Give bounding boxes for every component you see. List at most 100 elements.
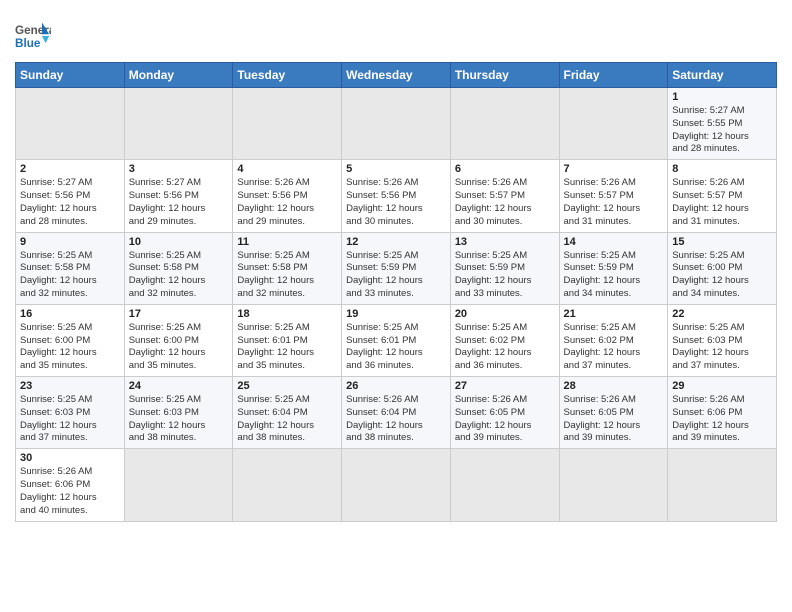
calendar-cell: 24 Sunrise: 5:25 AMSunset: 6:03 PMDayligh… [124,377,233,449]
weekday-header: Tuesday [233,63,342,88]
day-info: Sunrise: 5:25 AMSunset: 6:03 PMDaylight:… [672,322,772,373]
calendar-cell: 21Sunrise: 5:25 AMSunset: 6:02 PMDayligh… [559,304,668,376]
calendar-week: 30 Sunrise: 5:26 AMSunset: 6:06 PMDayligh… [16,449,777,521]
calendar-week: 9 Sunrise: 5:25 AMSunset: 5:58 PMDaylight… [16,232,777,304]
day-number: 4 [237,163,337,175]
page-header: General Blue [15,10,777,54]
calendar-cell [450,88,559,160]
calendar-cell: 16 Sunrise: 5:25 AMSunset: 6:00 PMDayligh… [16,304,125,376]
day-info: Sunrise: 5:25 AMSunset: 6:04 PMDaylight:… [237,394,337,445]
day-info: Sunrise: 5:25 AMSunset: 6:02 PMDaylight:… [455,322,555,373]
day-info: Sunrise: 5:25 AMSunset: 6:01 PMDaylight:… [346,322,446,373]
calendar-cell: 9 Sunrise: 5:25 AMSunset: 5:58 PMDaylight… [16,232,125,304]
calendar-cell: 22 Sunrise: 5:25 AMSunset: 6:03 PMDayligh… [668,304,777,376]
calendar-header: SundayMondayTuesdayWednesdayThursdayFrid… [16,63,777,88]
weekday-header: Monday [124,63,233,88]
calendar-week: 2Sunrise: 5:27 AMSunset: 5:56 PMDaylight… [16,160,777,232]
day-info: Sunrise: 5:25 AMSunset: 6:03 PMDaylight:… [129,394,229,445]
day-number: 11 [237,236,337,248]
day-number: 27 [455,380,555,392]
calendar-cell: 19 Sunrise: 5:25 AMSunset: 6:01 PMDayligh… [342,304,451,376]
day-number: 9 [20,236,120,248]
day-info: Sunrise: 5:27 AMSunset: 5:55 PMDaylight:… [672,105,772,156]
day-info: Sunrise: 5:25 AMSunset: 6:00 PMDaylight:… [20,322,120,373]
day-number: 13 [455,236,555,248]
calendar-cell [233,88,342,160]
calendar-cell: 14Sunrise: 5:25 AMSunset: 5:59 PMDayligh… [559,232,668,304]
logo-icon: General Blue [15,18,51,54]
calendar-cell: 3 Sunrise: 5:27 AMSunset: 5:56 PMDaylight… [124,160,233,232]
day-number: 29 [672,380,772,392]
day-info: Sunrise: 5:26 AMSunset: 5:57 PMDaylight:… [564,177,664,228]
calendar-cell: 6 Sunrise: 5:26 AMSunset: 5:57 PMDaylight… [450,160,559,232]
calendar-cell: 7 Sunrise: 5:26 AMSunset: 5:57 PMDaylight… [559,160,668,232]
calendar-cell [124,449,233,521]
calendar-body: 1 Sunrise: 5:27 AMSunset: 5:55 PMDaylight… [16,88,777,522]
day-info: Sunrise: 5:26 AMSunset: 5:56 PMDaylight:… [237,177,337,228]
day-info: Sunrise: 5:25 AMSunset: 5:59 PMDaylight:… [564,250,664,301]
day-info: Sunrise: 5:26 AMSunset: 6:05 PMDaylight:… [455,394,555,445]
day-number: 16 [20,308,120,320]
calendar-cell: 18 Sunrise: 5:25 AMSunset: 6:01 PMDayligh… [233,304,342,376]
calendar-cell [124,88,233,160]
day-number: 26 [346,380,446,392]
calendar-cell: 13Sunrise: 5:25 AMSunset: 5:59 PMDayligh… [450,232,559,304]
calendar-cell: 8Sunrise: 5:26 AMSunset: 5:57 PMDaylight… [668,160,777,232]
calendar-cell [16,88,125,160]
day-number: 6 [455,163,555,175]
calendar-cell: 23Sunrise: 5:25 AMSunset: 6:03 PMDayligh… [16,377,125,449]
day-info: Sunrise: 5:25 AMSunset: 5:59 PMDaylight:… [346,250,446,301]
weekday-header: Wednesday [342,63,451,88]
calendar-cell: 12 Sunrise: 5:25 AMSunset: 5:59 PMDayligh… [342,232,451,304]
day-number: 20 [455,308,555,320]
day-number: 22 [672,308,772,320]
day-info: Sunrise: 5:25 AMSunset: 6:00 PMDaylight:… [129,322,229,373]
calendar-cell [450,449,559,521]
day-info: Sunrise: 5:26 AMSunset: 6:04 PMDaylight:… [346,394,446,445]
day-info: Sunrise: 5:25 AMSunset: 5:58 PMDaylight:… [20,250,120,301]
day-number: 7 [564,163,664,175]
calendar-cell [342,449,451,521]
day-info: Sunrise: 5:26 AMSunset: 6:06 PMDaylight:… [672,394,772,445]
calendar-cell: 4 Sunrise: 5:26 AMSunset: 5:56 PMDaylight… [233,160,342,232]
calendar-cell: 28Sunrise: 5:26 AMSunset: 6:05 PMDayligh… [559,377,668,449]
day-info: Sunrise: 5:27 AMSunset: 5:56 PMDaylight:… [20,177,120,228]
svg-text:Blue: Blue [15,37,41,50]
day-info: Sunrise: 5:25 AMSunset: 6:00 PMDaylight:… [672,250,772,301]
calendar-cell: 17 Sunrise: 5:25 AMSunset: 6:00 PMDayligh… [124,304,233,376]
weekday-header: Saturday [668,63,777,88]
calendar-cell: 1 Sunrise: 5:27 AMSunset: 5:55 PMDaylight… [668,88,777,160]
day-info: Sunrise: 5:25 AMSunset: 5:58 PMDaylight:… [237,250,337,301]
calendar-cell: 25 Sunrise: 5:25 AMSunset: 6:04 PMDayligh… [233,377,342,449]
calendar-week: 16 Sunrise: 5:25 AMSunset: 6:00 PMDayligh… [16,304,777,376]
calendar-cell: 5 Sunrise: 5:26 AMSunset: 5:56 PMDaylight… [342,160,451,232]
weekday-header: Friday [559,63,668,88]
calendar-cell: 20 Sunrise: 5:25 AMSunset: 6:02 PMDayligh… [450,304,559,376]
day-number: 19 [346,308,446,320]
day-number: 17 [129,308,229,320]
calendar-table: SundayMondayTuesdayWednesdayThursdayFrid… [15,62,777,522]
logo: General Blue [15,18,51,54]
day-info: Sunrise: 5:25 AMSunset: 6:01 PMDaylight:… [237,322,337,373]
day-info: Sunrise: 5:26 AMSunset: 5:57 PMDaylight:… [455,177,555,228]
day-number: 18 [237,308,337,320]
day-number: 30 [20,452,120,464]
day-number: 12 [346,236,446,248]
calendar-week: 23Sunrise: 5:25 AMSunset: 6:03 PMDayligh… [16,377,777,449]
day-number: 1 [672,91,772,103]
calendar-cell [668,449,777,521]
day-number: 15 [672,236,772,248]
calendar-cell [559,449,668,521]
day-info: Sunrise: 5:26 AMSunset: 6:06 PMDaylight:… [20,466,120,517]
day-number: 5 [346,163,446,175]
day-number: 3 [129,163,229,175]
day-number: 8 [672,163,772,175]
day-number: 24 [129,380,229,392]
day-number: 10 [129,236,229,248]
calendar-cell: 26 Sunrise: 5:26 AMSunset: 6:04 PMDayligh… [342,377,451,449]
day-info: Sunrise: 5:25 AMSunset: 6:02 PMDaylight:… [564,322,664,373]
day-info: Sunrise: 5:27 AMSunset: 5:56 PMDaylight:… [129,177,229,228]
day-info: Sunrise: 5:25 AMSunset: 5:58 PMDaylight:… [129,250,229,301]
day-info: Sunrise: 5:26 AMSunset: 5:56 PMDaylight:… [346,177,446,228]
day-number: 25 [237,380,337,392]
